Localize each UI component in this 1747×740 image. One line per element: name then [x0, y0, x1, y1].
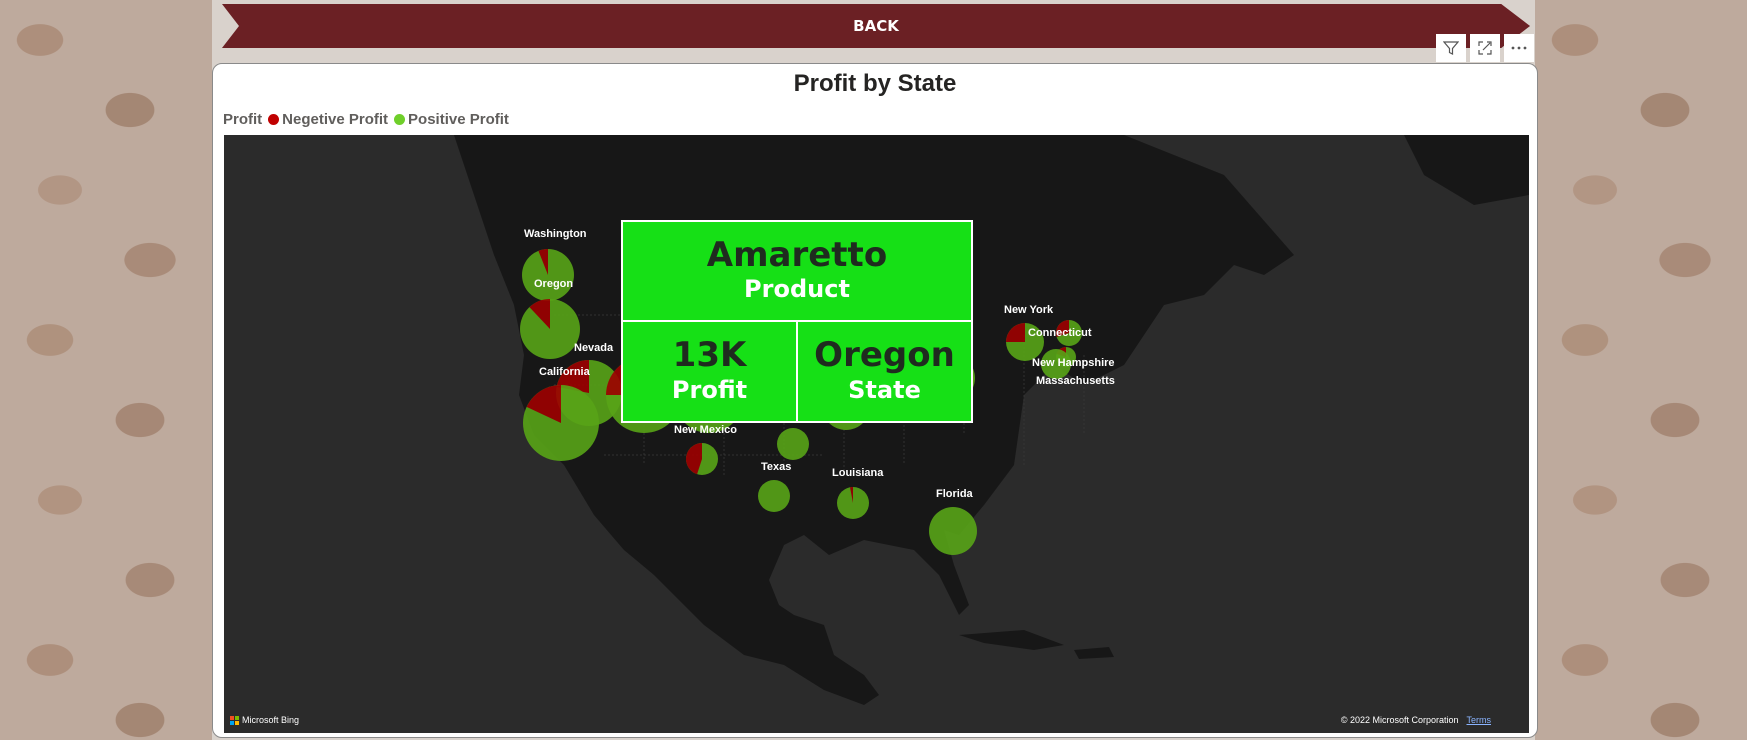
state-label-texas: Texas [761, 461, 791, 473]
map-canvas[interactable]: WashingtonOregonNevadaUtahCaliforniaColo… [224, 135, 1529, 733]
more-options-icon[interactable] [1504, 34, 1534, 62]
coffee-bean-background-left [0, 0, 212, 740]
state-label-new-hampshire: New Hampshire [1032, 357, 1115, 369]
legend-marker-positive [394, 114, 406, 125]
hispaniola-island [1074, 647, 1114, 659]
state-label-connecticut: Connecticut [1028, 327, 1092, 339]
profit-value: 13K [672, 335, 747, 376]
legend-title: Profit [223, 111, 263, 128]
product-value: Amaretto [706, 234, 888, 275]
coffee-bean-background-right [1535, 0, 1747, 740]
legend-entry-positive[interactable]: Positive Profit [394, 111, 509, 128]
map-copyright: © 2022 Microsoft Corporation Terms [1341, 715, 1491, 725]
pie-texas[interactable] [758, 480, 790, 512]
legend-entry-negative[interactable]: Negetive Profit [268, 111, 388, 128]
visual-header-icons [1436, 34, 1534, 62]
state-label-florida: Florida [936, 488, 974, 500]
state-label-washington: Washington [524, 228, 587, 240]
greenland-landmass [1404, 135, 1529, 205]
filter-icon[interactable] [1436, 34, 1466, 62]
pie-new-mexico[interactable] [686, 443, 718, 475]
focus-mode-icon[interactable] [1470, 34, 1500, 62]
state-caption: State [848, 375, 921, 404]
pie-california[interactable] [523, 385, 599, 461]
state-label-nevada: Nevada [574, 342, 614, 354]
profit-caption: Profit [671, 375, 748, 404]
pie-washington[interactable] [522, 249, 574, 301]
state-label-new-york: New York [1004, 304, 1054, 316]
chart-title: Profit by State [793, 70, 957, 97]
state-label-new-mexico: New Mexico [674, 424, 737, 436]
tooltip-card-grid: Amaretto Product 13K Profit Oregon State [621, 220, 973, 423]
microsoft-logo-icon [230, 715, 239, 725]
pie-positive-slice[interactable] [777, 428, 809, 460]
pie-louisiana[interactable] [837, 487, 869, 519]
cuba-island [959, 630, 1064, 650]
pie-oregon[interactable] [520, 299, 580, 359]
pie-florida[interactable] [929, 507, 977, 555]
back-button-wrapper[interactable]: BACK [222, 4, 1530, 48]
product-caption: Product [744, 275, 850, 304]
state-label-oregon: Oregon [534, 278, 573, 290]
profit-by-state-visual: Profit by State Profit Negetive Profit P… [212, 63, 1538, 738]
state-label-massachusetts: Massachusetts [1036, 375, 1115, 387]
state-value: Oregon [814, 335, 955, 376]
terms-link[interactable]: Terms [1467, 715, 1492, 725]
legend-label-positive: Positive Profit [408, 111, 509, 128]
product-card[interactable]: Amaretto Product [622, 221, 972, 321]
bing-attribution: Microsoft Bing [230, 715, 299, 725]
pie-positive-slice[interactable] [758, 480, 790, 512]
back-button[interactable]: BACK [222, 4, 1530, 48]
state-label-california: California [539, 366, 591, 378]
legend-label-negative: Negetive Profit [282, 111, 389, 128]
pie-oklahoma[interactable] [777, 428, 809, 460]
legend: Profit Negetive Profit Positive Profit [223, 111, 509, 128]
profit-card[interactable]: 13K Profit [622, 321, 797, 422]
pie-positive-slice[interactable] [929, 507, 977, 555]
state-card[interactable]: Oregon State [797, 321, 972, 422]
legend-marker-negative [268, 114, 280, 125]
copyright-text: © 2022 Microsoft Corporation [1340, 715, 1459, 725]
bing-label: Microsoft Bing [242, 715, 300, 725]
state-label-louisiana: Louisiana [832, 467, 884, 479]
